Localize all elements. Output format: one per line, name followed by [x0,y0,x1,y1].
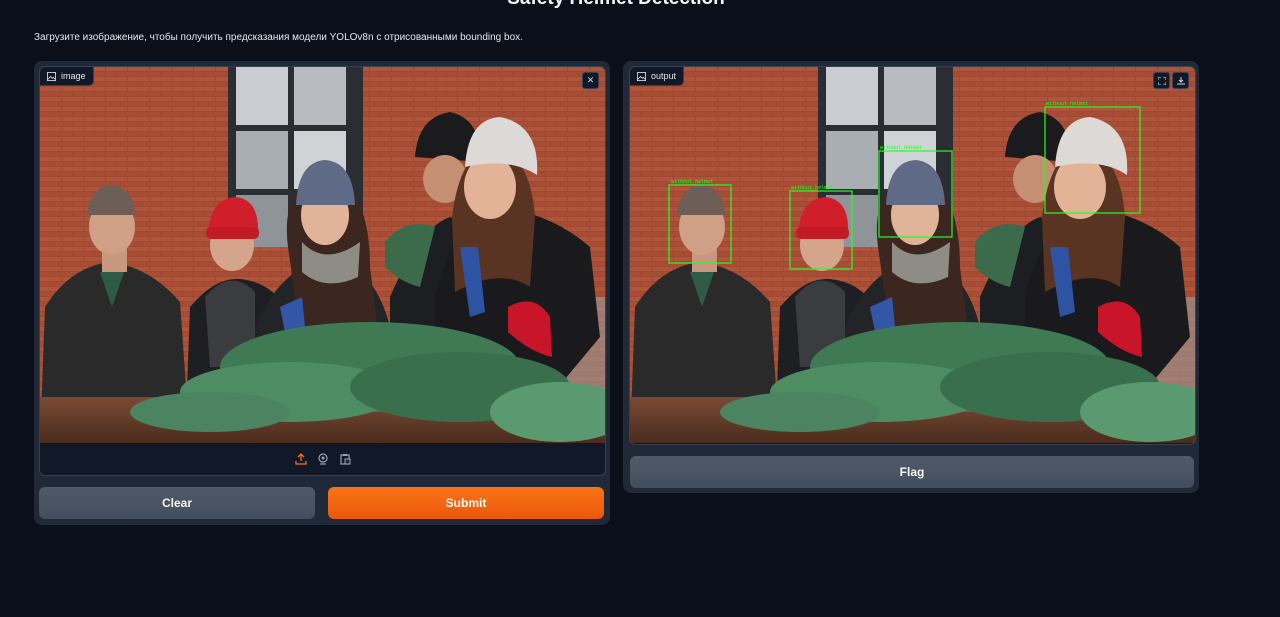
upload-icon[interactable] [293,452,308,467]
output-image: without_helmet without_helmet without_he… [630,67,1195,443]
webcam-icon[interactable] [315,452,330,467]
image-output-area: output without_helmet without_helmet wit… [629,66,1196,445]
download-icon[interactable] [1172,72,1189,89]
image-label: image [61,71,86,81]
clear-button[interactable]: Clear [39,487,315,519]
page-description: Загрузите изображение, чтобы получить пр… [34,32,523,43]
image-source-toolbar [40,443,605,475]
detection-label: without_helmet [1046,101,1088,107]
fullscreen-icon[interactable] [1153,72,1170,89]
output-label: output [651,71,677,81]
image-label-chip: image [40,67,94,86]
uploaded-image [40,67,605,443]
output-panel: output without_helmet without_helmet wit… [623,61,1199,493]
page-title: Safety Helmet Detection [0,0,1232,10]
image-input-area[interactable]: image ✕ [39,66,606,476]
submit-button[interactable]: Submit [328,487,604,519]
image-icon [47,71,56,81]
output-label-chip: output [630,67,685,86]
clipboard-icon[interactable] [337,452,352,467]
flag-button[interactable]: Flag [630,456,1194,488]
input-panel: image ✕ [34,61,610,525]
detection-label: without_helmet [791,185,833,191]
detection-label: without_helmet [671,179,713,185]
detection-label: without_helmet [880,145,922,151]
close-icon[interactable]: ✕ [582,72,599,89]
image-icon [637,71,646,81]
